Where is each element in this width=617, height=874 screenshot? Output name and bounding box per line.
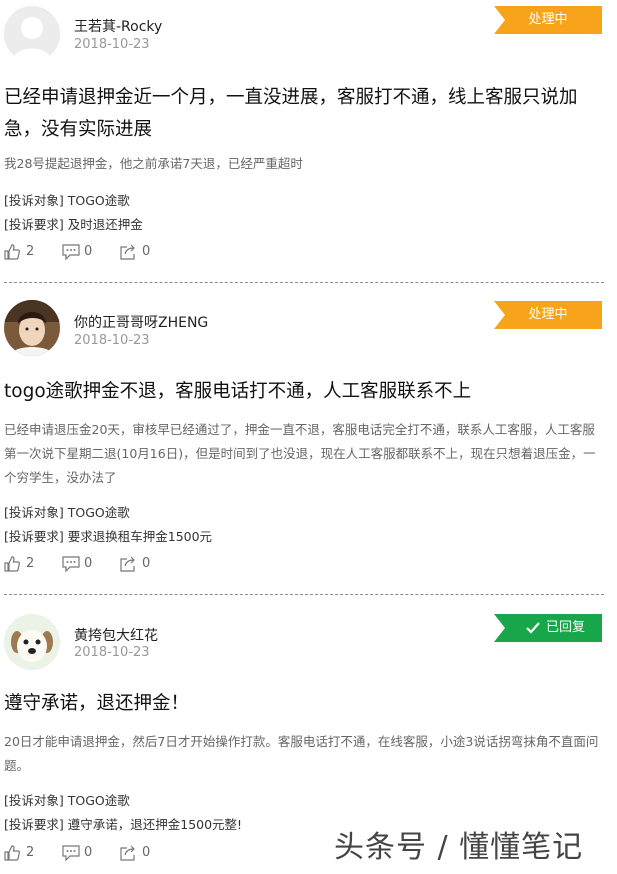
avatar[interactable] [4, 6, 60, 62]
complaint-target: [投诉对象] TOGO途歌 [4, 793, 130, 808]
thumbs-up-icon [4, 845, 20, 861]
user-name[interactable]: 黄挎包大红花 [74, 625, 158, 645]
comment-icon [62, 556, 80, 572]
complaint-request: [投诉要求] 及时退还押金 [4, 217, 143, 232]
share-icon [120, 556, 135, 572]
comment-icon [62, 845, 80, 861]
avatar[interactable] [4, 614, 60, 670]
thumbs-up-icon [4, 244, 20, 260]
status-badge: 已回复 [494, 614, 602, 642]
watermark: 头条号 / 懂懂笔记 [334, 830, 584, 865]
post-date: 2018-10-23 [74, 37, 150, 52]
post-stats: 2 0 0 [4, 843, 164, 863]
user-photo-avatar [4, 300, 60, 356]
post-date: 2018-10-23 [74, 645, 150, 660]
share-icon [120, 845, 135, 861]
comment-icon [62, 244, 80, 260]
check-icon [526, 622, 540, 634]
complaint-title[interactable]: 已经申请退押金近一个月，一直没进展，客服打不通，线上客服只说加急，没有实际进展 [4, 82, 609, 146]
dog-avatar [4, 614, 60, 670]
complaint-target: [投诉对象] TOGO途歌 [4, 505, 130, 520]
post-stats: 2 0 0 [4, 242, 164, 262]
user-name[interactable]: 你的正哥哥呀ZHENG [74, 312, 208, 332]
default-avatar-icon [4, 6, 60, 62]
complaint-description: 我28号提起退押金，他之前承诺7天退，已经严重超时 [4, 156, 303, 171]
complaint-description: 已经申请退压金20天，审核早已经通过了，押金一直不退，客服电话完全打不通，联系人… [4, 422, 596, 485]
complaint-description: 20日才能申请退押金，然后7日才开始操作打款。客服电话打不通，在线客服，小途3说… [4, 734, 599, 773]
user-name[interactable]: 王若萁-Rocky [74, 16, 162, 36]
complaint-title[interactable]: togo途歌押金不退，客服电话打不通，人工客服联系不上 [4, 376, 609, 408]
status-badge: 处理中 [494, 301, 602, 329]
post-stats: 2 0 0 [4, 554, 164, 574]
post-date: 2018-10-23 [74, 333, 150, 348]
divider [4, 594, 604, 595]
complaint-target: [投诉对象] TOGO途歌 [4, 193, 130, 208]
status-badge: 处理中 [494, 6, 602, 34]
avatar[interactable] [4, 300, 60, 356]
complaint-request: [投诉要求] 要求退换租车押金1500元 [4, 529, 213, 544]
thumbs-up-icon [4, 556, 20, 572]
complaint-request: [投诉要求] 遵守承诺，退还押金1500元整! [4, 817, 243, 832]
share-icon [120, 244, 135, 260]
divider [4, 282, 604, 283]
complaint-title[interactable]: 遵守承诺，退还押金！ [4, 688, 609, 720]
